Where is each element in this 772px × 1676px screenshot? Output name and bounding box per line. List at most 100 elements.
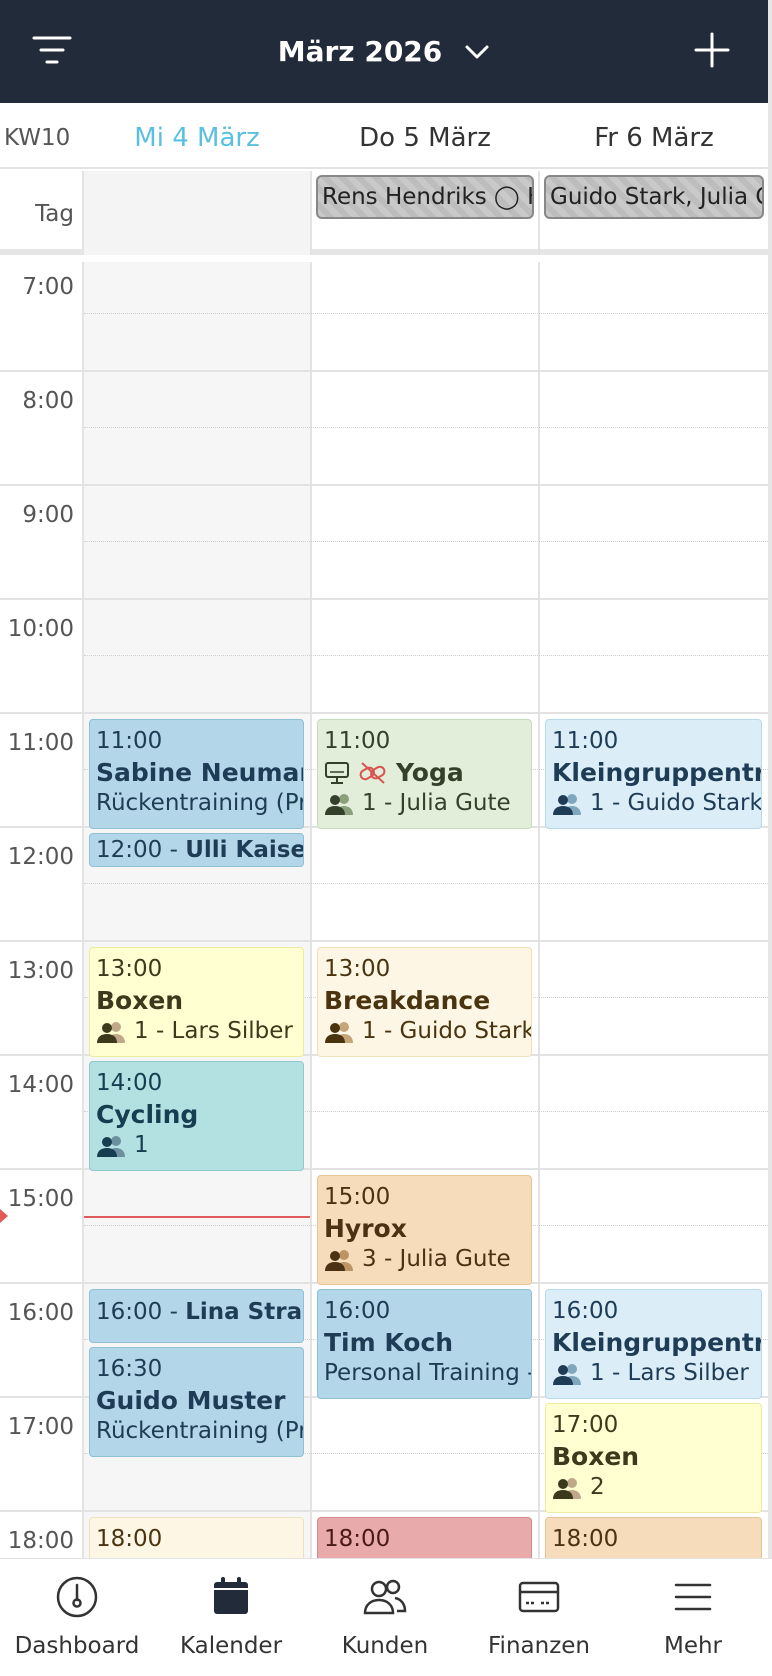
event-card[interactable]: 18:00 xyxy=(545,1517,762,1558)
hour-label: 12:00 xyxy=(7,844,74,870)
hour-line xyxy=(0,598,768,600)
event-card[interactable]: 13:00 Boxen 1 - Lars Silber xyxy=(89,947,304,1057)
event-subtitle: Personal Training - 60 Min xyxy=(324,1360,531,1386)
event-card[interactable]: 16:30 Guido Muster Rückentraining (Präve… xyxy=(89,1347,304,1457)
event-time: 15:00 xyxy=(324,1184,391,1210)
all-day-event[interactable]: Rens Hendriks ◯ Hannah xyxy=(316,175,534,219)
nav-dashboard[interactable]: Dashboard xyxy=(0,1559,154,1676)
event-card[interactable]: 13:00 Breakdance 1 - Guido Stark xyxy=(317,947,532,1057)
event-title: Tim Koch xyxy=(324,1328,454,1357)
event-title: Hyrox xyxy=(324,1214,407,1243)
event-title: Lina Strauss xyxy=(185,1299,303,1325)
event-time: 18:00 xyxy=(552,1526,619,1552)
bottom-nav: Dashboard Kalender Kunden Finanzen Mehr xyxy=(0,1558,772,1676)
event-card[interactable]: 17:00 Boxen 2 xyxy=(545,1403,762,1513)
half-hour-line xyxy=(84,541,768,542)
day-header-wed[interactable]: Mi 4 März xyxy=(84,123,310,153)
event-subtitle: 1 - Julia Gute xyxy=(362,790,511,816)
event-time: 11:00 xyxy=(96,728,163,754)
event-subtitle: 1 - Guido Stark xyxy=(362,1018,532,1044)
hour-label: 17:00 xyxy=(7,1414,74,1440)
half-hour-line xyxy=(84,427,768,428)
nav-label: Kalender xyxy=(179,1633,283,1659)
participants-icon xyxy=(97,1135,125,1157)
half-hour-line xyxy=(84,655,768,656)
time-grid: 7:00 8:00 9:00 10:00 11:00 12:00 13:00 14:00 15:… xyxy=(0,262,768,1558)
event-subtitle: 2 xyxy=(590,1474,605,1500)
event-card[interactable]: 12:00 - Ulli Kaiser xyxy=(89,833,304,867)
hour-label: 18:00 xyxy=(7,1528,74,1554)
half-hour-line xyxy=(84,313,768,314)
hour-line xyxy=(0,712,768,714)
chevron-down-icon xyxy=(465,45,489,58)
event-subtitle: 3 - Julia Gute xyxy=(362,1246,511,1272)
link-off-icon xyxy=(359,761,386,784)
menu-icon xyxy=(674,1583,712,1611)
all-day-cell-wed[interactable] xyxy=(82,171,312,255)
month-title: März 2026 xyxy=(277,35,443,68)
event-time: 14:00 xyxy=(96,1070,163,1096)
event-title: Boxen xyxy=(96,986,184,1015)
event-title: Breakdance xyxy=(324,986,491,1015)
plus-icon[interactable] xyxy=(692,30,732,70)
event-subtitle: 1 - Lars Silber xyxy=(590,1360,749,1386)
event-card[interactable]: 11:00 Kleingruppentraining 1 - Guido Sta… xyxy=(545,719,762,829)
all-day-event[interactable]: Guido Stark, Julia Gute xyxy=(544,175,764,219)
event-time: 17:00 xyxy=(552,1412,619,1438)
hour-label: 7:00 xyxy=(22,274,74,300)
event-time: 12:00 - xyxy=(96,837,186,863)
event-title: Kleingruppentraining xyxy=(552,758,761,787)
monitor-icon xyxy=(325,761,349,784)
month-selector[interactable]: März 2026 xyxy=(0,0,768,103)
event-title: Yoga xyxy=(396,758,464,787)
event-subtitle: 1 - Guido Stark xyxy=(590,790,762,816)
event-subtitle: Rückentraining (Präventionskurs) xyxy=(96,1418,303,1444)
half-hour-line xyxy=(84,883,768,884)
event-card[interactable]: 11:00 Yoga 1 - Julia Gute xyxy=(317,719,532,829)
customers-icon xyxy=(363,1579,407,1615)
hour-label: 10:00 xyxy=(7,616,74,642)
all-day-row: Tag Rens Hendriks ◯ Hannah Guido Stark, … xyxy=(0,171,768,255)
event-card[interactable]: 18:00 xyxy=(317,1517,532,1558)
event-time: 13:00 xyxy=(96,956,163,982)
event-card[interactable]: 18:00 xyxy=(89,1517,304,1558)
dashboard-icon xyxy=(56,1576,98,1618)
event-card[interactable]: 11:00 Sabine Neumann Rückentraining (Prä… xyxy=(89,719,304,829)
participants-icon xyxy=(553,1363,581,1385)
calendar-icon xyxy=(214,1577,248,1614)
hour-line xyxy=(0,940,768,942)
nav-finance[interactable]: Finanzen xyxy=(462,1559,616,1676)
finance-icon xyxy=(518,1581,560,1613)
event-subtitle: 1 xyxy=(134,1132,149,1158)
event-time: 18:00 xyxy=(324,1526,391,1552)
nav-customers[interactable]: Kunden xyxy=(308,1559,462,1676)
event-time: 16:00 xyxy=(324,1298,391,1324)
event-title: Guido Muster xyxy=(96,1386,286,1415)
nav-label: Mehr xyxy=(663,1633,723,1659)
hour-label: 9:00 xyxy=(22,502,74,528)
day-header-fri[interactable]: Fr 6 März xyxy=(540,123,768,153)
event-card[interactable]: 16:00 Tim Koch Personal Training - 60 Mi… xyxy=(317,1289,532,1399)
event-card[interactable]: 16:00 - Lina Strauss xyxy=(89,1289,304,1343)
event-time: 18:00 xyxy=(96,1526,163,1552)
hour-label: 13:00 xyxy=(7,958,74,984)
event-time: 16:00 xyxy=(552,1298,619,1324)
event-title: Ulli Kaiser xyxy=(185,837,303,863)
week-number: KW10 xyxy=(4,125,71,151)
event-card[interactable]: 15:00 Hyrox 3 - Julia Gute xyxy=(317,1175,532,1285)
event-card[interactable]: 14:00 Cycling 1 xyxy=(89,1061,304,1171)
nav-label: Dashboard xyxy=(14,1633,140,1659)
nav-label: Finanzen xyxy=(488,1633,590,1659)
nav-calendar[interactable]: Kalender xyxy=(154,1559,308,1676)
participants-icon xyxy=(325,793,353,815)
event-card[interactable]: 16:00 Kleingruppentraining 1 - Lars Silb… xyxy=(545,1289,762,1399)
day-header-thu[interactable]: Do 5 März xyxy=(312,123,538,153)
event-subtitle: 1 - Lars Silber xyxy=(134,1018,293,1044)
event-title: Boxen xyxy=(552,1442,640,1471)
hour-label: 16:00 xyxy=(7,1300,74,1326)
hour-label: 11:00 xyxy=(7,730,74,756)
nav-more[interactable]: Mehr xyxy=(616,1559,770,1676)
current-time-line xyxy=(84,1216,310,1218)
participants-icon xyxy=(325,1021,353,1043)
participants-icon xyxy=(325,1249,353,1271)
